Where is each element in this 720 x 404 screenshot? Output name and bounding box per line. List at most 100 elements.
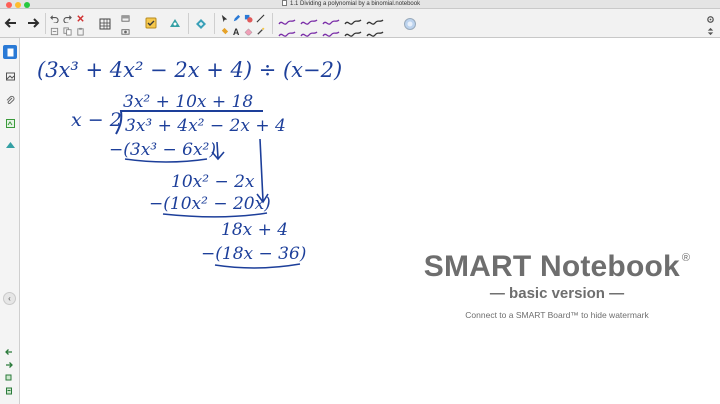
fill-tool-button[interactable] <box>219 26 229 36</box>
page-sorter-tab[interactable] <box>3 45 17 59</box>
attachments-tab[interactable] <box>3 93 17 107</box>
pen-preset-10[interactable] <box>366 26 384 37</box>
paperclip-icon <box>6 95 14 104</box>
properties-tab[interactable] <box>3 116 17 130</box>
zoom-window-button[interactable] <box>24 2 30 8</box>
delete-page-button[interactable] <box>4 386 14 396</box>
screen-shade-button[interactable] <box>120 13 130 23</box>
watermark-subtitle: — basic version — <box>489 285 625 302</box>
toolbar-position-button[interactable] <box>705 26 715 36</box>
collapse-sidebar-button[interactable]: ‹ <box>3 292 16 305</box>
screen-shade-icon <box>120 14 130 22</box>
forward-button[interactable] <box>24 14 42 32</box>
pen-tool-button[interactable] <box>231 13 241 23</box>
paste-icon <box>76 27 84 36</box>
watermark-title: SMART Notebook ® <box>423 250 691 283</box>
clear-page-icon <box>50 27 58 35</box>
table-button[interactable] <box>94 13 116 35</box>
delete-button[interactable] <box>75 13 85 23</box>
watermark: SMART Notebook ® — basic version — Connec… <box>412 250 702 320</box>
eraser-tool-button[interactable] <box>243 26 253 36</box>
step2-subtraction: −(10x² − 20x) <box>149 194 271 214</box>
table-icon <box>99 18 111 30</box>
redo-icon <box>62 14 72 23</box>
gallery-icon <box>5 72 15 80</box>
paste-button[interactable] <box>75 26 85 36</box>
pen-preset-3[interactable] <box>322 14 340 25</box>
copy-icon <box>62 26 72 36</box>
select-icon <box>221 14 227 22</box>
pen-preset-1[interactable] <box>278 14 296 25</box>
title-bar: 1.1 Dividing a polynomial by a binomial.… <box>0 0 720 9</box>
clear-button[interactable] <box>49 26 59 36</box>
step1-subtraction: −(3x³ − 6x²) <box>109 140 216 160</box>
toolbar-separator <box>188 13 189 34</box>
pen-preset-7[interactable] <box>300 26 318 37</box>
notebook-page[interactable]: (3x³ + 4x² − 2x + 4) ÷ (x−2) x − 2 3x² +… <box>21 39 720 404</box>
dividend: 3x³ + 4x² − 2x + 4 <box>125 116 286 136</box>
activity-builder-button[interactable] <box>142 14 160 32</box>
delete-page-icon <box>6 387 12 395</box>
squiggle-icon <box>322 31 340 37</box>
document-icon <box>282 0 287 6</box>
pen-preset-8[interactable] <box>322 26 340 37</box>
copy-button[interactable] <box>62 26 72 36</box>
lines-tool-button[interactable] <box>255 13 265 23</box>
squiggle-icon <box>300 31 318 37</box>
back-button[interactable] <box>2 14 20 32</box>
handwritten-solution: (3x³ + 4x² − 2x + 4) ÷ (x−2) x − 2 3x² +… <box>37 58 342 269</box>
close-window-button[interactable] <box>6 2 12 8</box>
add-page-button[interactable] <box>192 14 210 32</box>
pen-preset-9[interactable] <box>344 26 362 37</box>
delete-icon <box>76 14 84 22</box>
undo-icon <box>49 14 59 23</box>
minimize-window-button[interactable] <box>15 2 21 8</box>
squiggle-icon <box>366 31 384 37</box>
step2-remainder: 18x + 4 <box>221 220 288 240</box>
toolbar-separator <box>272 13 273 34</box>
gear-icon <box>706 15 714 23</box>
pen-preset-2[interactable] <box>300 14 318 25</box>
step1-remainder: 10x² − 2x <box>171 172 255 192</box>
add-page-icon <box>196 19 206 29</box>
arrow-right-icon <box>6 362 13 368</box>
toolbar-separator <box>45 13 46 34</box>
magic-pen-button[interactable] <box>255 26 265 36</box>
shapes-tool-button[interactable] <box>243 13 253 23</box>
pen-preset-6[interactable] <box>278 26 296 37</box>
pen-properties-button[interactable] <box>400 14 420 34</box>
color-wheel-icon <box>404 18 416 30</box>
page-sorter-icon <box>7 48 13 56</box>
activity-icon <box>145 17 157 29</box>
addons-tab[interactable] <box>3 138 17 152</box>
toolbar-options-button[interactable] <box>705 14 715 24</box>
magic-pen-icon <box>256 27 264 35</box>
quotient: 3x² + 10x + 18 <box>123 92 253 112</box>
lab-icon <box>170 19 180 27</box>
line-icon <box>256 14 264 22</box>
fill-icon <box>221 27 228 34</box>
select-tool-button[interactable] <box>219 13 229 23</box>
lab-button[interactable] <box>166 14 184 32</box>
undo-button[interactable] <box>49 13 59 23</box>
previous-page-button[interactable] <box>4 347 14 357</box>
text-tool-button[interactable]: A <box>231 26 241 36</box>
next-page-button[interactable] <box>4 360 14 370</box>
arrow-left-icon <box>5 349 12 355</box>
shapes-icon <box>244 14 253 23</box>
camera-icon <box>120 28 130 35</box>
addons-icon <box>5 141 15 148</box>
window-title: 1.1 Dividing a polynomial by a binomial.… <box>282 0 420 9</box>
registered-mark: ® <box>681 252 691 264</box>
document-camera-button[interactable] <box>120 26 130 36</box>
pen-preset-4[interactable] <box>344 14 362 25</box>
pen-preset-5[interactable] <box>366 14 384 25</box>
underline <box>214 263 301 269</box>
side-panel: ‹ <box>0 38 20 404</box>
redo-button[interactable] <box>62 13 72 23</box>
squiggle-icon <box>278 31 296 37</box>
copy-page-button[interactable] <box>4 373 14 383</box>
gallery-tab[interactable] <box>3 69 17 83</box>
eraser-icon <box>244 27 252 35</box>
squiggle-icon <box>344 31 362 37</box>
